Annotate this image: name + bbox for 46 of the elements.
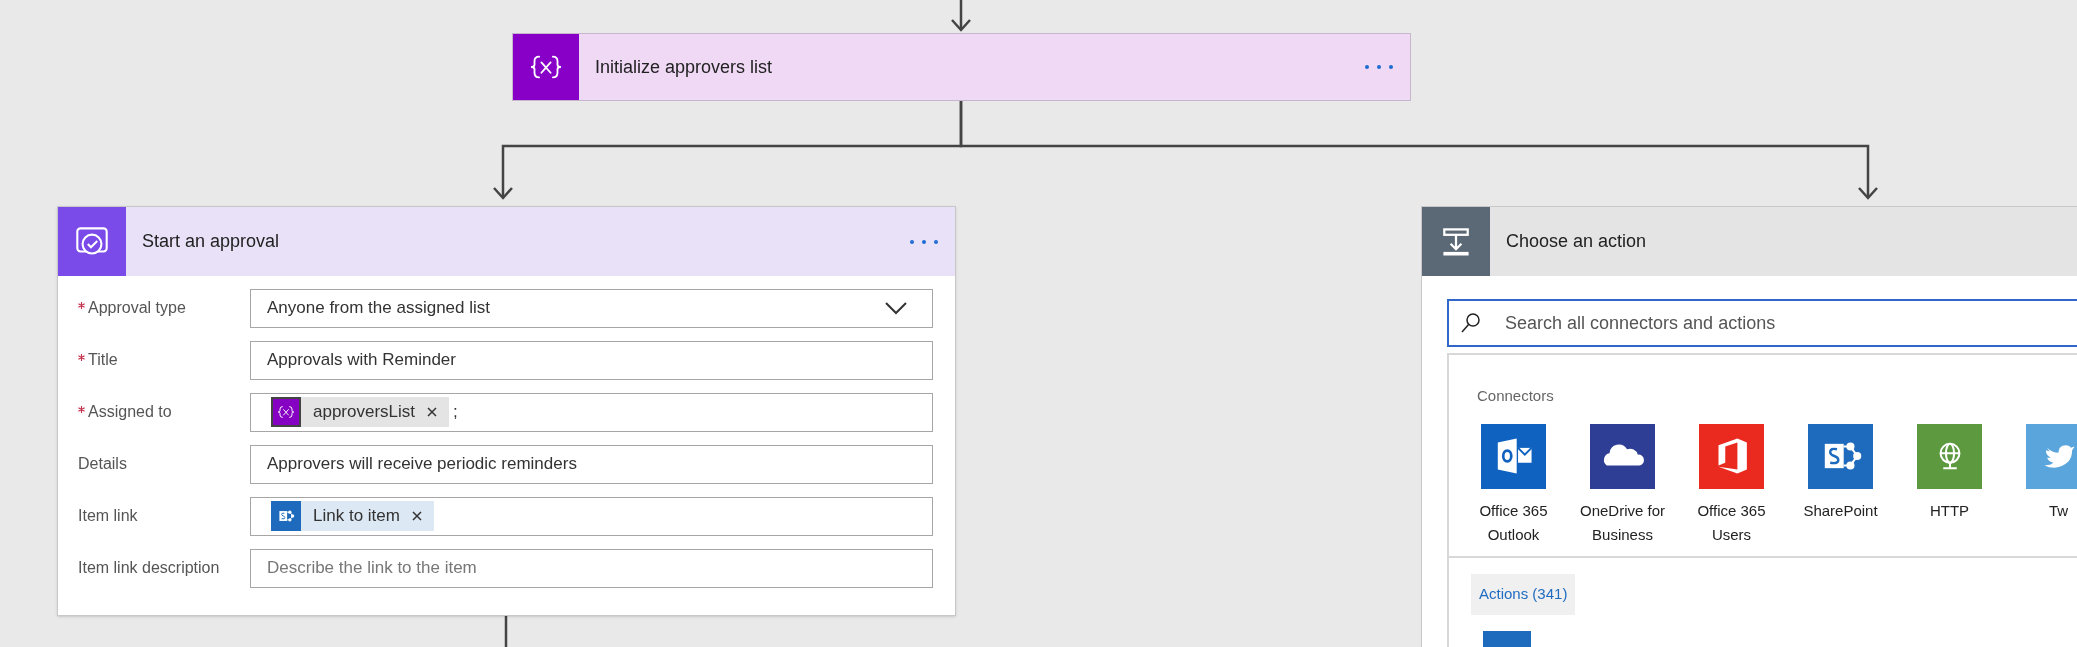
connector-label: Office 365 Outlook [1478,500,1549,545]
separator-text: ; [453,401,458,424]
connector-tile[interactable]: HTTP [1895,423,2004,547]
token-chip[interactable]: Link to item [271,501,434,531]
connector-tile[interactable]: Office 365 Outlook [1459,423,1568,547]
field-label: Assigned to [88,402,172,422]
actions-tab[interactable]: Actions (341) [1471,574,1576,615]
card-header[interactable]: Choose an action [1422,207,2077,276]
token-label: approversList [313,401,416,424]
field-label: Details [78,454,127,474]
field-label: Approval type [88,298,186,318]
token-field[interactable]: Link to item [250,496,933,536]
text-field[interactable]: Approvals with Reminder [250,340,933,380]
close-icon[interactable] [427,407,438,417]
field-label: Title [88,350,118,370]
chevron-down-icon [884,301,908,315]
text-field[interactable]: Approvers will receive periodic reminders [250,444,933,484]
connector-tile[interactable]: SharePoint [1786,423,1895,547]
connector-label: Tw [2048,500,2069,521]
more-icon[interactable] [1364,64,1394,70]
connector-label: Office 365 Users [1696,500,1767,545]
search-icon [1459,311,1483,335]
close-icon[interactable] [411,511,422,521]
connector-tile[interactable]: Office 365 Users [1677,423,1786,547]
token-label: Link to item [313,505,400,528]
connector-label: SharePoint [1803,500,1878,521]
card-title: Choose an action [1506,230,1647,253]
card-title: Initialize approvers list [595,55,774,79]
connector-tile[interactable]: Tw [2004,423,2077,547]
approval-type-dropdown[interactable]: Anyone from the assigned list [250,288,933,328]
field-label: Item link description [78,558,220,578]
search-field[interactable]: Search all connectors and actions [1447,299,2077,347]
field-label: Item link [78,506,138,526]
connector-line [504,616,508,647]
text-field[interactable]: Describe the link to the item [250,548,933,588]
card-header[interactable]: Start an approval [58,207,955,276]
token-chip[interactable]: approversList [271,397,450,427]
action-card[interactable]: Initialize approvers list [512,33,1411,101]
connector-arrow [951,0,971,32]
connector-label: HTTP [1929,500,1970,521]
section-heading: Connectors [1477,386,1554,406]
more-icon[interactable] [909,238,939,245]
connector-tile[interactable]: OneDrive for Business [1568,423,1677,547]
connector-label: OneDrive for Business [1579,500,1666,545]
token-field[interactable]: approversList ; [250,392,933,432]
card-title: Start an approval [142,230,281,253]
